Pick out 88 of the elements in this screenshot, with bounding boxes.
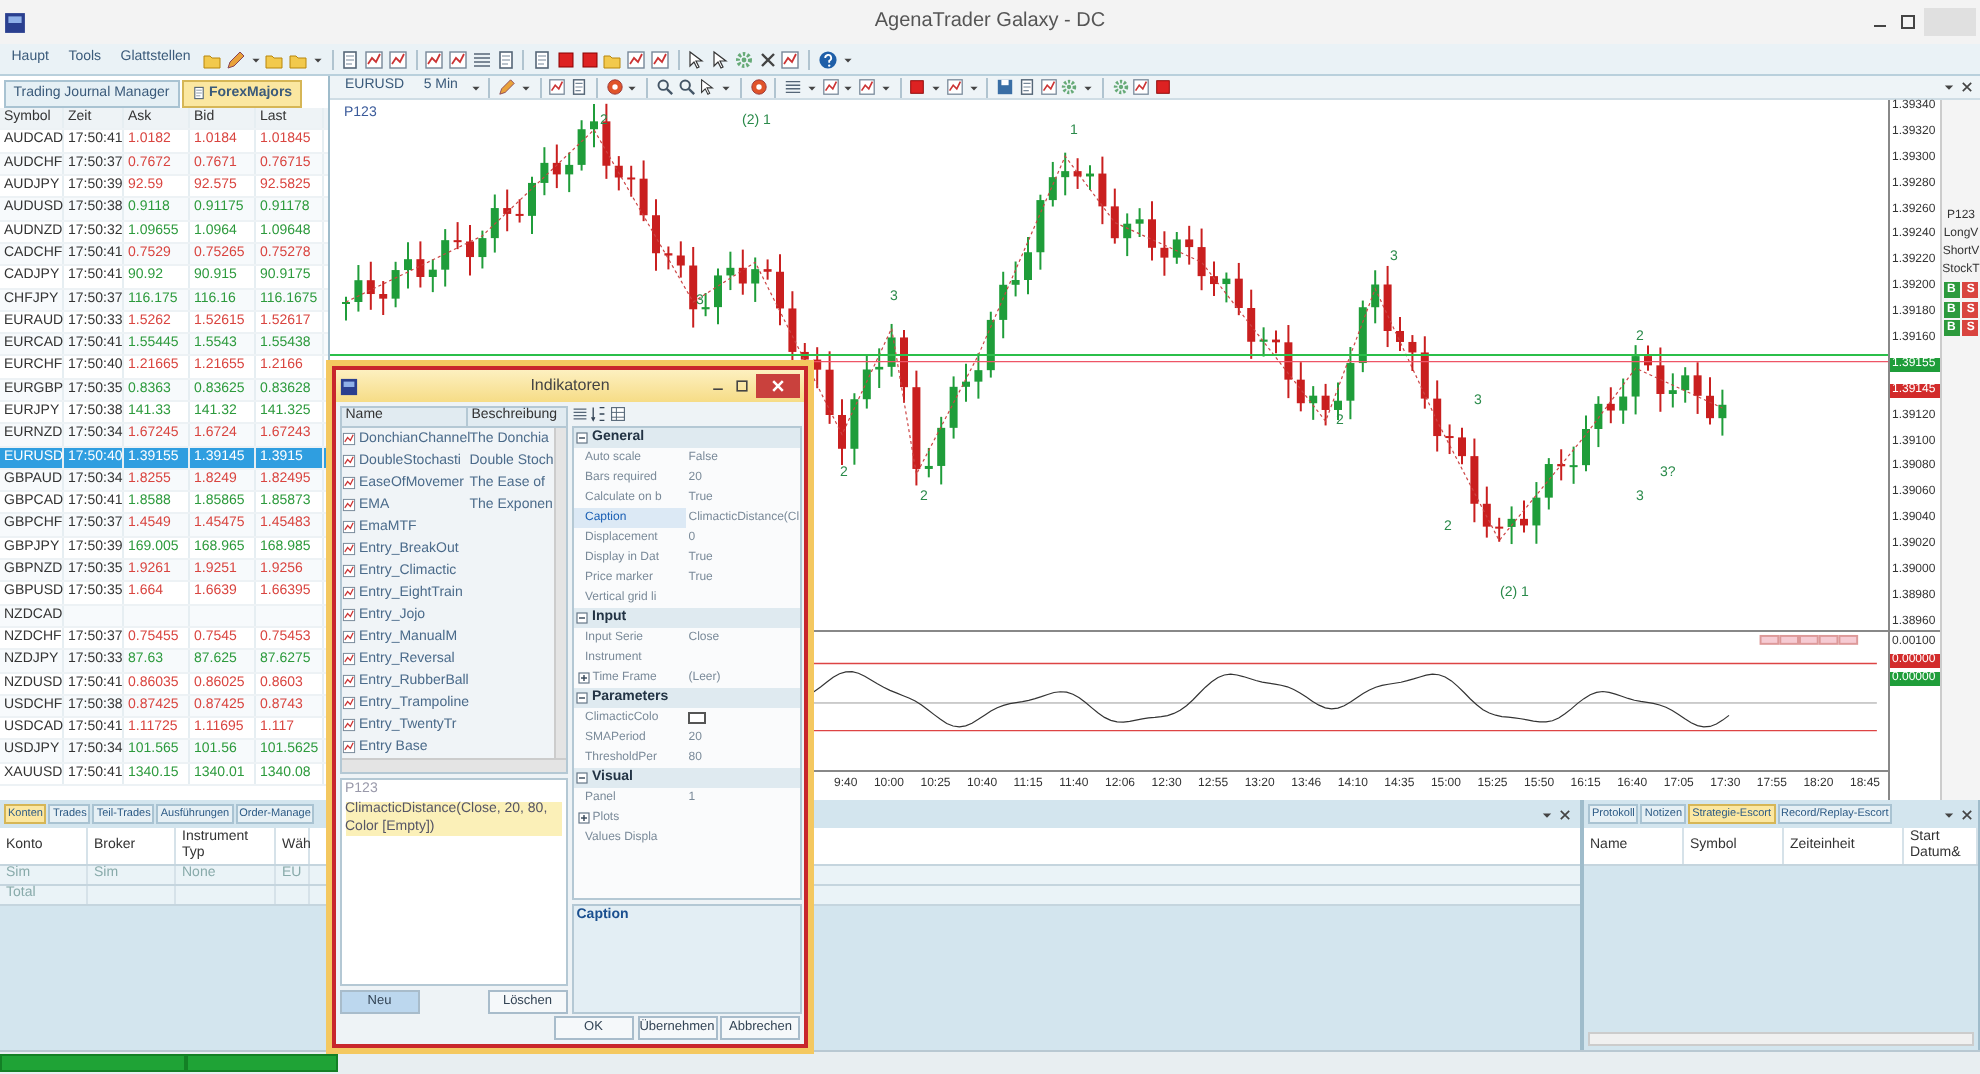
- chart-icon[interactable]: [548, 78, 567, 96]
- chart-icon: [341, 431, 356, 446]
- cursor-icon[interactable]: [686, 49, 707, 69]
- grid-icon[interactable]: [610, 405, 626, 422]
- chart-icon[interactable]: [626, 49, 647, 69]
- cursor-icon[interactable]: [698, 78, 717, 96]
- color-swatch[interactable]: [688, 711, 707, 723]
- chart-icon: [341, 453, 356, 468]
- chart-icon[interactable]: [858, 78, 877, 96]
- chart-icon: [341, 651, 356, 666]
- caret-icon[interactable]: [1941, 80, 1956, 94]
- chart-icon: [341, 519, 356, 534]
- caret-icon[interactable]: [842, 81, 855, 93]
- expand-icon[interactable]: [577, 811, 589, 823]
- chart-icon: [341, 497, 356, 512]
- chart-icon[interactable]: [1132, 78, 1151, 96]
- sort-icon[interactable]: [590, 405, 607, 422]
- close-button[interactable]: [756, 374, 801, 398]
- caret-icon[interactable]: [311, 53, 324, 65]
- chart-icon: [341, 475, 356, 490]
- list-icon[interactable]: [571, 405, 587, 422]
- pencil-icon[interactable]: [225, 49, 246, 69]
- scrollbar[interactable]: [341, 757, 566, 772]
- chart-icon: [341, 541, 356, 556]
- chart-icon[interactable]: [780, 49, 801, 69]
- caret-icon[interactable]: [967, 81, 980, 93]
- close-icon[interactable]: [1959, 80, 1973, 94]
- help-icon[interactable]: [817, 49, 838, 69]
- caret-icon[interactable]: [805, 81, 818, 93]
- document-icon[interactable]: [1017, 78, 1036, 96]
- document-icon[interactable]: [495, 49, 516, 69]
- chart-icon: [341, 673, 356, 688]
- chart-icon: [341, 739, 356, 754]
- maximize-icon[interactable]: [733, 378, 750, 394]
- chart-icon[interactable]: [424, 49, 445, 69]
- chart-icon: [341, 563, 356, 578]
- dialog-title: Indikatoren: [530, 376, 610, 396]
- collapse-icon[interactable]: [576, 771, 589, 783]
- chart-icon[interactable]: [448, 49, 469, 69]
- caret-icon[interactable]: [249, 53, 262, 65]
- list-icon[interactable]: [471, 49, 492, 69]
- chart-icon[interactable]: [649, 49, 670, 69]
- document-icon[interactable]: [570, 78, 589, 96]
- document-icon[interactable]: [340, 49, 361, 69]
- magnifier-icon[interactable]: [677, 78, 696, 96]
- collapse-icon[interactable]: [576, 431, 589, 443]
- caret-icon[interactable]: [519, 81, 532, 93]
- square-icon[interactable]: [555, 49, 576, 69]
- chart-icon[interactable]: [821, 78, 840, 96]
- marker-strip-drawing: [1759, 634, 1859, 645]
- circle-icon[interactable]: [749, 78, 768, 96]
- caret-icon[interactable]: [1082, 81, 1095, 93]
- close-icon[interactable]: [757, 49, 778, 69]
- caret-icon[interactable]: [841, 53, 854, 65]
- scrollbar[interactable]: [1588, 1032, 1974, 1046]
- square-icon[interactable]: [1154, 78, 1173, 96]
- chart-icon[interactable]: [387, 49, 408, 69]
- list-icon[interactable]: [784, 78, 803, 96]
- magnifier-icon[interactable]: [655, 78, 674, 96]
- caret-icon[interactable]: [720, 81, 733, 93]
- caret-icon[interactable]: [626, 81, 639, 93]
- document-icon: [191, 86, 206, 101]
- chart-icon[interactable]: [945, 78, 964, 96]
- caret-icon[interactable]: [879, 81, 892, 93]
- chart-icon: [341, 585, 356, 600]
- square-icon[interactable]: [908, 78, 927, 96]
- maximize-icon[interactable]: [1897, 12, 1918, 32]
- close-icon[interactable]: [1960, 807, 1974, 822]
- expand-icon[interactable]: [577, 671, 589, 683]
- collapse-icon[interactable]: [576, 611, 589, 623]
- caret-icon[interactable]: [930, 81, 943, 93]
- chart-icon: [341, 629, 356, 644]
- caret-icon[interactable]: [469, 81, 482, 93]
- circle-icon[interactable]: [605, 78, 624, 96]
- chart-icon: [341, 717, 356, 732]
- chart-icon: [341, 695, 356, 710]
- window-title: AgenaTrader Galaxy - DC: [874, 10, 1106, 34]
- close-icon[interactable]: [1558, 807, 1572, 822]
- document-icon[interactable]: [532, 49, 553, 69]
- app-icon: [3, 11, 26, 33]
- square-icon[interactable]: [579, 49, 600, 69]
- scrollbar[interactable]: [553, 427, 566, 758]
- chart-icon: [341, 607, 356, 622]
- chart-icon[interactable]: [1039, 78, 1058, 96]
- cursor-icon[interactable]: [710, 49, 731, 69]
- collapse-icon[interactable]: [576, 691, 589, 703]
- chart-icon[interactable]: [364, 49, 385, 69]
- app-icon: [339, 377, 358, 395]
